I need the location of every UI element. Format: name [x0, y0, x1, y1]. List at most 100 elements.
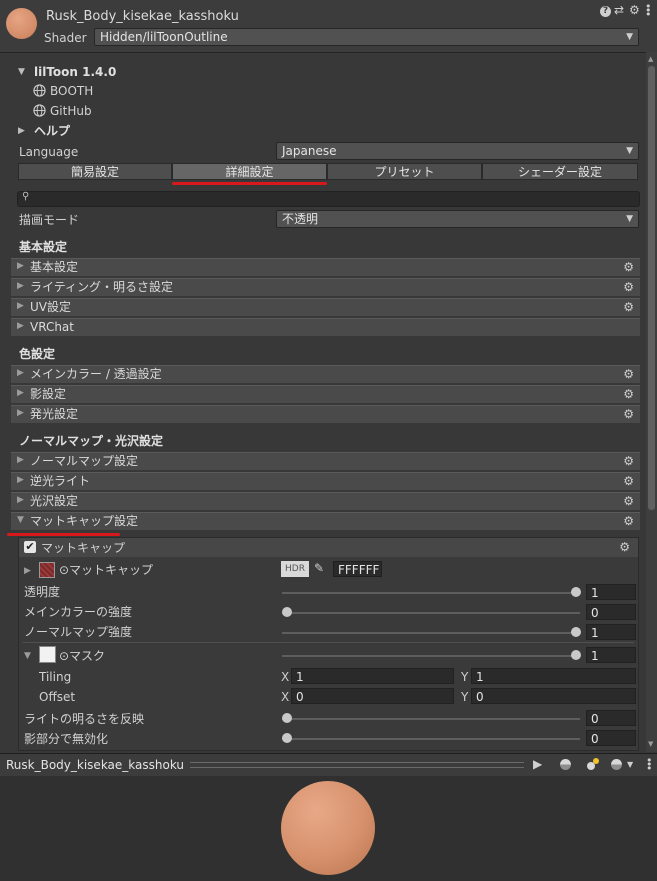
slider-knob[interactable]: [282, 607, 292, 617]
search-input[interactable]: ⚲: [17, 191, 640, 207]
resize-handle[interactable]: [190, 762, 524, 768]
gear-icon[interactable]: ⚙: [623, 514, 634, 528]
offset-x-field[interactable]: 0: [291, 688, 454, 704]
gear-icon[interactable]: ⚙: [623, 260, 634, 274]
number-field[interactable]: 0: [586, 730, 636, 746]
tab-preset[interactable]: プリセット: [327, 163, 482, 180]
eyedropper-icon[interactable]: ✎: [314, 561, 324, 575]
gear-icon[interactable]: ⚙: [623, 387, 634, 401]
preview-sphere: [281, 781, 375, 875]
scrollbar[interactable]: ▲ ▼: [646, 52, 657, 752]
scrollbar-up-arrow[interactable]: ▲: [648, 55, 653, 63]
language-dropdown[interactable]: Japanese ▼: [276, 142, 639, 160]
preview-options-icon[interactable]: [611, 759, 622, 770]
tab-label: 簡易設定: [70, 165, 119, 179]
gear-icon[interactable]: ⚙: [623, 474, 634, 488]
search-icon: ⚲: [22, 191, 30, 202]
render-mode-dropdown[interactable]: 不透明 ▼: [276, 210, 639, 228]
foldout-vrchat[interactable]: ▶ VRChat: [11, 318, 640, 336]
help-foldout-arrow[interactable]: ▶: [18, 126, 25, 136]
number-field[interactable]: 1: [586, 647, 636, 663]
gear-icon[interactable]: ⚙: [623, 280, 634, 294]
play-icon[interactable]: ▶: [533, 757, 542, 771]
gear-icon[interactable]: ⚙: [619, 540, 630, 554]
help-icon[interactable]: ?: [600, 6, 611, 17]
chevron-right-icon: ▶: [17, 495, 24, 505]
foldout-reflection[interactable]: ▶ 光沢設定 ⚙: [11, 492, 640, 510]
foldout-label: マットキャップ設定: [30, 514, 139, 528]
tiling-y-field[interactable]: 1: [471, 668, 636, 684]
tab-shader-settings[interactable]: シェーダー設定: [482, 163, 638, 180]
preview-area[interactable]: [0, 776, 657, 881]
shader-dropdown[interactable]: Hidden/lilToonOutline ▼: [94, 28, 639, 46]
chevron-right-icon[interactable]: ▶: [24, 566, 31, 576]
liltoon-foldout-arrow[interactable]: ▼: [18, 67, 25, 77]
chevron-down-icon[interactable]: ▼: [24, 651, 31, 661]
foldout-lighting[interactable]: ▶ ライティング・明るさ設定 ⚙: [11, 278, 640, 296]
preview-toolbar: Rusk_Body_kisekae_kasshoku ▶ ▼ • • •: [0, 753, 657, 777]
language-dropdown-value: Japanese: [282, 144, 337, 158]
matcap-panel: ✔ マットキャップ ⚙ ▶ ⊙マットキャップ HDR ✎ FFFFFF 透明度 …: [18, 537, 639, 751]
foldout-matcap[interactable]: ▼ マットキャップ設定 ⚙: [11, 512, 640, 530]
gear-icon[interactable]: ⚙: [623, 300, 634, 314]
tiling-x-field[interactable]: 1: [291, 668, 454, 684]
mask-texture-thumbnail[interactable]: [39, 646, 56, 663]
scrollbar-down-arrow[interactable]: ▼: [648, 740, 653, 748]
slider-knob[interactable]: [571, 587, 581, 597]
slider-knob[interactable]: [282, 713, 292, 723]
slider-knob[interactable]: [571, 627, 581, 637]
gear-icon[interactable]: ⚙: [623, 407, 634, 421]
gear-icon[interactable]: ⚙: [623, 494, 634, 508]
number-field[interactable]: 1: [586, 584, 636, 600]
foldout-label: 発光設定: [30, 407, 79, 421]
slider-track[interactable]: [282, 612, 580, 614]
number-field[interactable]: 1: [586, 624, 636, 640]
offset-y-label: Y: [461, 690, 469, 704]
foldout-emission[interactable]: ▶ 発光設定 ⚙: [11, 405, 640, 423]
foldout-label: メインカラー / 透過設定: [30, 367, 162, 381]
highlight-underline: [172, 182, 327, 185]
offset-x-label: X: [281, 690, 290, 704]
chevron-down-icon: ▼: [626, 214, 633, 224]
gear-icon[interactable]: ⚙: [623, 454, 634, 468]
foldout-basic-settings[interactable]: ▶ 基本設定 ⚙: [11, 258, 640, 276]
matcap-texture-thumbnail[interactable]: [39, 562, 55, 578]
matcap-checkbox[interactable]: ✔: [24, 541, 36, 553]
help-foldout-label[interactable]: ヘルプ: [34, 124, 70, 138]
foldout-main-color[interactable]: ▶ メインカラー / 透過設定 ⚙: [11, 365, 640, 383]
foldout-backlight[interactable]: ▶ 逆光ライト ⚙: [11, 472, 640, 490]
foldout-shadow[interactable]: ▶ 影設定 ⚙: [11, 385, 640, 403]
slider-track[interactable]: [282, 738, 580, 740]
light-icon[interactable]: [586, 757, 600, 771]
booth-link[interactable]: BOOTH: [50, 84, 93, 98]
foldout-uv[interactable]: ▶ UV設定 ⚙: [11, 298, 640, 316]
kebab-menu-icon[interactable]: • • •: [646, 755, 653, 774]
slider-knob[interactable]: [282, 733, 292, 743]
foldout-label: ノーマルマップ設定: [30, 454, 139, 468]
tab-advanced[interactable]: 詳細設定: [172, 163, 327, 180]
slider-knob[interactable]: [571, 650, 581, 660]
github-link[interactable]: GitHub: [50, 104, 92, 118]
gear-icon[interactable]: ⚙: [623, 367, 634, 381]
color-hex-field[interactable]: FFFFFF: [333, 561, 382, 577]
number-field[interactable]: 0: [586, 604, 636, 620]
foldout-normal-map[interactable]: ▶ ノーマルマップ設定 ⚙: [11, 452, 640, 470]
number-field[interactable]: 0: [586, 710, 636, 726]
offset-y-field[interactable]: 0: [471, 688, 636, 704]
divider: [23, 642, 634, 643]
section-heading-normal: ノーマルマップ・光沢設定: [19, 434, 164, 448]
slider-track[interactable]: [282, 632, 580, 634]
tab-simple[interactable]: 簡易設定: [18, 163, 172, 180]
preview-title: Rusk_Body_kisekae_kasshoku: [6, 758, 185, 772]
sphere-mesh-icon[interactable]: [560, 759, 571, 770]
scrollbar-thumb[interactable]: [648, 66, 655, 510]
preset-icon[interactable]: ⇄: [614, 3, 624, 17]
chevron-down-icon[interactable]: ▼: [627, 760, 633, 769]
kebab-menu-icon[interactable]: • • •: [645, 1, 652, 20]
slider-track[interactable]: [282, 718, 580, 720]
gear-icon[interactable]: ⚙: [629, 3, 640, 17]
matcap-toggle-row: ✔ マットキャップ ⚙: [19, 538, 638, 557]
section-heading-basic: 基本設定: [19, 240, 68, 254]
slider-track[interactable]: [282, 655, 580, 657]
slider-track[interactable]: [282, 592, 580, 594]
